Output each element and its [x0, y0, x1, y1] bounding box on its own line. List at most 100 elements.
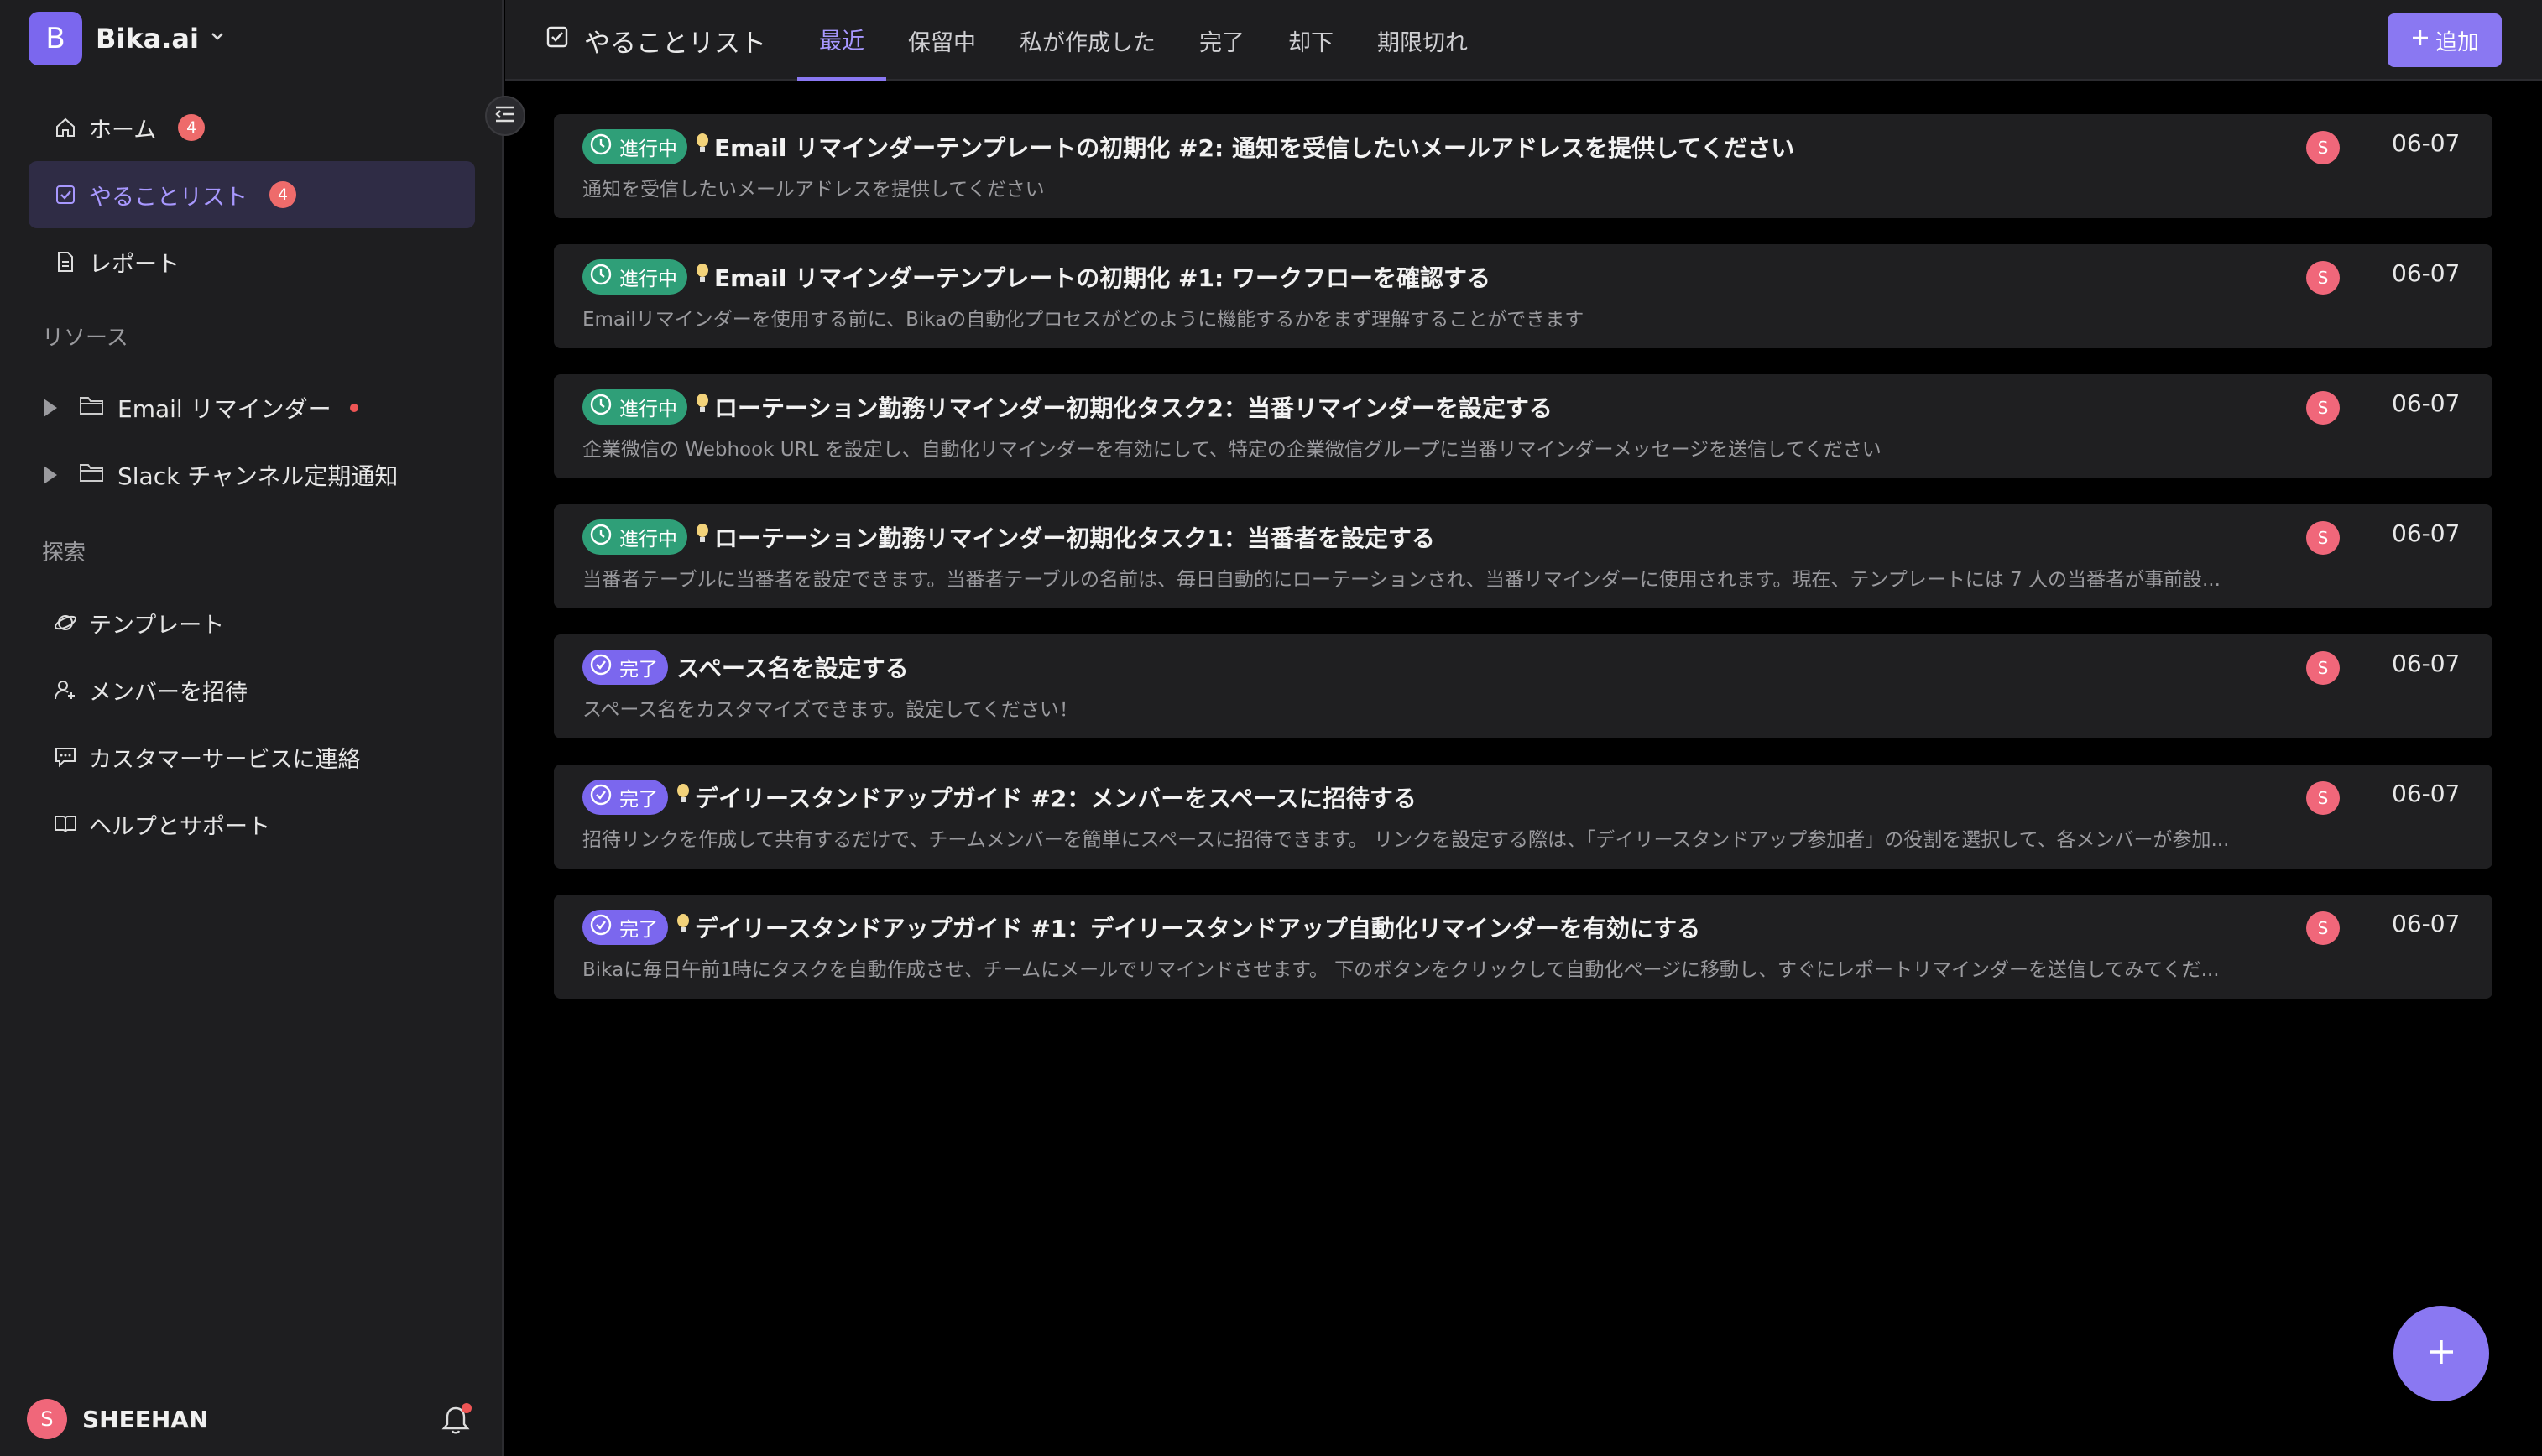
- sidebar-item-help[interactable]: ヘルプとサポート: [29, 791, 475, 858]
- lightbulb-icon: [676, 913, 690, 942]
- add-button-label: 追加: [2435, 29, 2479, 55]
- task-card[interactable]: 完了 デイリースタンドアップガイド #2：メンバーをスペースに招待する 招待リン…: [554, 765, 2492, 869]
- user-profile[interactable]: S SHEEHAN: [27, 1398, 208, 1440]
- task-date: 06-07: [2392, 650, 2461, 677]
- chevron-down-icon: [209, 28, 226, 50]
- lightbulb-icon: [696, 263, 709, 291]
- space-name: Bika.ai: [96, 23, 199, 55]
- create-task-button[interactable]: [2393, 1306, 2489, 1401]
- task-card[interactable]: 完了 スペース名を設定する スペース名をカスタマイズできます。設定してください！…: [554, 634, 2492, 738]
- space-switcher[interactable]: B Bika.ai: [29, 12, 226, 65]
- lightbulb-icon: [696, 523, 709, 551]
- task-list: 進行中 Email リマインダーテンプレートの初期化 #2: 通知を受信したいメ…: [554, 114, 2492, 1025]
- tab-rejected[interactable]: 却下: [1266, 0, 1355, 81]
- assignee-avatar: S: [2306, 651, 2340, 685]
- task-title-row: 完了 デイリースタンドアップガイド #2：メンバーをスペースに招待する: [582, 780, 1417, 815]
- resource-item-email-reminder[interactable]: Email リマインダー: [29, 374, 475, 441]
- status-badge: 完了: [582, 910, 668, 945]
- checkbox-icon: [54, 183, 77, 206]
- notification-dot: [462, 1403, 472, 1413]
- sidebar: B Bika.ai ホーム 4 やることリスト 4 レポート リソース Emai…: [0, 0, 504, 1456]
- check-circle-icon: [589, 653, 613, 681]
- task-card[interactable]: 進行中 ローテーション勤務リマインダー初期化タスク1：当番者を設定する 当番者テ…: [554, 504, 2492, 608]
- lightbulb-icon: [676, 783, 690, 811]
- sidebar-item-home[interactable]: ホーム 4: [29, 94, 475, 161]
- status-label: 進行中: [619, 529, 677, 551]
- resource-label: Slack チャンネル定期通知: [117, 462, 399, 490]
- tab-pending[interactable]: 保留中: [886, 0, 998, 81]
- task-title: ローテーション勤務リマインダー初期化タスク1：当番者を設定する: [714, 524, 1435, 552]
- status-label: 進行中: [619, 138, 677, 160]
- tab-created-by-me[interactable]: 私が作成した: [998, 0, 1177, 81]
- add-button[interactable]: 追加: [2388, 13, 2502, 67]
- page-title-text: やることリスト: [584, 28, 766, 59]
- clock-icon: [589, 523, 613, 551]
- lightbulb-icon: [696, 133, 709, 161]
- unread-dot: [349, 404, 358, 412]
- task-title-row: 進行中 Email リマインダーテンプレートの初期化 #2: 通知を受信したいメ…: [582, 129, 1794, 164]
- planet-icon: [54, 611, 77, 634]
- sidebar-item-label: ホーム: [89, 117, 157, 144]
- collapse-sidebar-icon: [494, 105, 516, 127]
- user-add-icon: [54, 678, 77, 702]
- task-title-row: 進行中 Email リマインダーテンプレートの初期化 #1: ワークフローを確認…: [582, 259, 1490, 295]
- assignee-avatar: S: [2306, 781, 2340, 815]
- tab-recent[interactable]: 最近: [797, 0, 886, 81]
- status-label: 進行中: [619, 399, 677, 420]
- sidebar-item-contact-support[interactable]: カスタマーサービスに連絡: [29, 723, 475, 791]
- home-icon: [54, 116, 77, 139]
- sidebar-item-todo[interactable]: やることリスト 4: [29, 161, 475, 228]
- assignee-avatar: S: [2306, 391, 2340, 425]
- status-badge: 完了: [582, 780, 668, 815]
- clock-icon: [589, 133, 613, 161]
- resources-tree: Email リマインダー Slack チャンネル定期通知: [29, 374, 475, 509]
- sidebar-item-templates[interactable]: テンプレート: [29, 589, 475, 656]
- sidebar-item-label: メンバーを招待: [89, 679, 248, 706]
- status-badge: 進行中: [582, 389, 687, 425]
- notification-badge: 4: [269, 181, 296, 208]
- check-circle-icon: [589, 783, 613, 811]
- task-title: デイリースタンドアップガイド #2：メンバーをスペースに招待する: [695, 785, 1417, 812]
- folder-icon: [79, 462, 104, 489]
- collapse-sidebar-button[interactable]: [485, 96, 525, 136]
- status-badge: 進行中: [582, 129, 687, 164]
- filter-tabs: 最近 保留中 私が作成した 完了 却下 期限切れ: [797, 0, 1490, 81]
- assignee-avatar: S: [2306, 131, 2340, 164]
- sidebar-item-label: ヘルプとサポート: [89, 813, 270, 840]
- page-title: やることリスト: [545, 0, 766, 81]
- status-badge: 進行中: [582, 519, 687, 555]
- task-date: 06-07: [2392, 519, 2461, 547]
- tab-overdue[interactable]: 期限切れ: [1355, 0, 1490, 81]
- sidebar-item-invite-members[interactable]: メンバーを招待: [29, 656, 475, 723]
- task-title: ローテーション勤務リマインダー初期化タスク2：当番リマインダーを設定する: [714, 394, 1553, 422]
- task-description: 企業微信の Webhook URL を設定し、自動化リマインダーを有効にして、特…: [582, 439, 1882, 461]
- tab-completed[interactable]: 完了: [1177, 0, 1266, 81]
- main-nav: ホーム 4 やることリスト 4 レポート: [29, 94, 475, 295]
- task-title: Email リマインダーテンプレートの初期化 #1: ワークフローを確認する: [714, 264, 1490, 292]
- task-description: 通知を受信したいメールアドレスを提供してください: [582, 179, 1045, 201]
- resource-item-slack-notify[interactable]: Slack チャンネル定期通知: [29, 441, 475, 509]
- task-card[interactable]: 進行中 ローテーション勤務リマインダー初期化タスク2：当番リマインダーを設定する…: [554, 374, 2492, 478]
- expand-arrow-icon[interactable]: [44, 466, 57, 484]
- avatar: S: [27, 1399, 67, 1439]
- check-circle-icon: [589, 913, 613, 942]
- task-title: デイリースタンドアップガイド #1：デイリースタンドアップ自動化リマインダーを有…: [695, 915, 1701, 942]
- task-date: 06-07: [2392, 389, 2461, 417]
- sidebar-item-label: カスタマーサービスに連絡: [89, 746, 361, 773]
- resources-section-label: リソース: [42, 326, 128, 351]
- task-card[interactable]: 進行中 Email リマインダーテンプレートの初期化 #2: 通知を受信したいメ…: [554, 114, 2492, 218]
- task-title-row: 進行中 ローテーション勤務リマインダー初期化タスク1：当番者を設定する: [582, 519, 1435, 555]
- plus-icon: [2426, 1337, 2456, 1370]
- sidebar-item-label: レポート: [89, 251, 180, 278]
- task-card[interactable]: 完了 デイリースタンドアップガイド #1：デイリースタンドアップ自動化リマインダ…: [554, 895, 2492, 999]
- task-title: スペース名を設定する: [676, 655, 909, 682]
- expand-arrow-icon[interactable]: [44, 399, 57, 417]
- task-title-row: 完了 スペース名を設定する: [582, 650, 909, 685]
- lightbulb-icon: [696, 393, 709, 421]
- status-label: 完了: [619, 919, 658, 941]
- task-card[interactable]: 進行中 Email リマインダーテンプレートの初期化 #1: ワークフローを確認…: [554, 244, 2492, 348]
- task-description: Emailリマインダーを使用する前に、Bikaの自動化プロセスがどのように機能す…: [582, 309, 1584, 331]
- task-date: 06-07: [2392, 259, 2461, 287]
- sidebar-item-reports[interactable]: レポート: [29, 228, 475, 295]
- status-label: 進行中: [619, 269, 677, 290]
